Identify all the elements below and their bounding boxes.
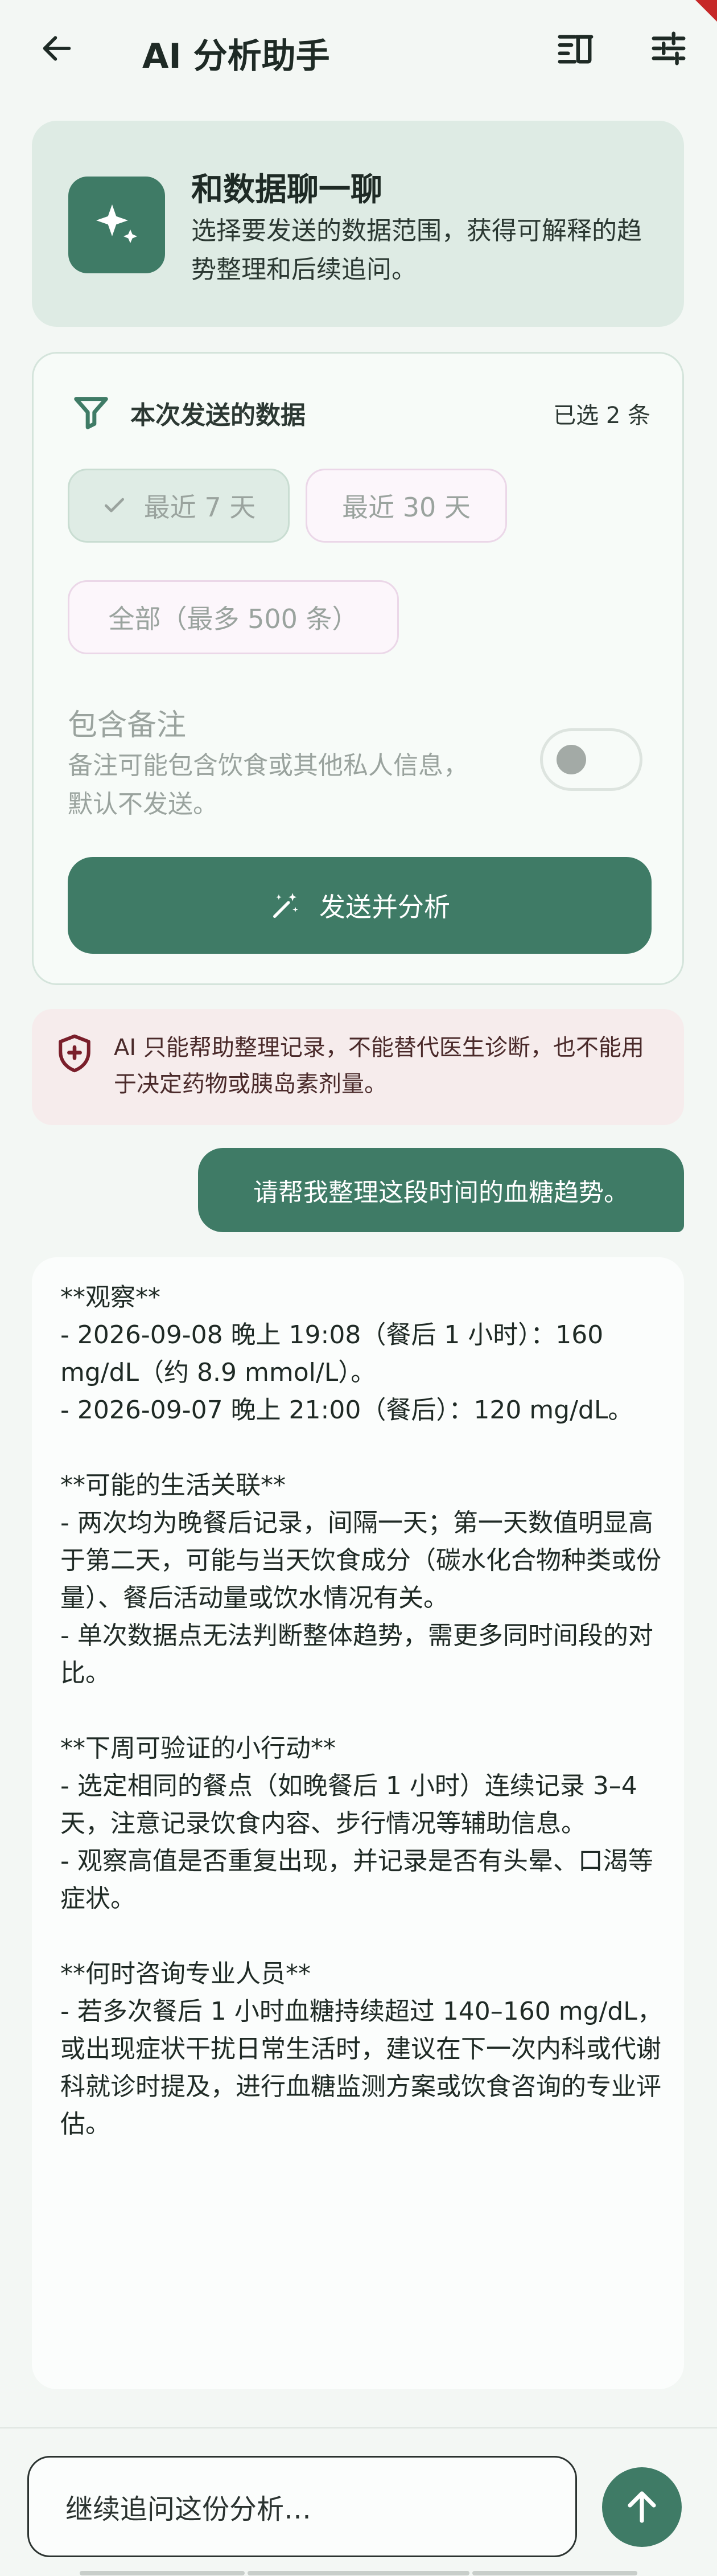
toggle-knob	[557, 745, 586, 774]
include-notes-description: 备注可能包含饮食或其他私人信息，默认不发送。	[68, 751, 468, 819]
chip-last-30-days[interactable]: 最近 30 天	[306, 469, 507, 543]
include-notes-toggle[interactable]	[540, 728, 642, 791]
section-title: 本次发送的数据	[130, 401, 306, 430]
top-app-bar: AI 分析助手	[0, 0, 717, 97]
hero-subtitle: 选择要发送的数据范围，获得可解释的趋势整理和后续追问。	[191, 216, 642, 284]
follow-up-input[interactable]: 继续追问这份分析…	[27, 2456, 577, 2557]
disclaimer-banner: AI 只能帮助整理记录，不能替代医生诊断，也不能用于决定药物或胰岛素剂量。	[32, 1009, 684, 1125]
ai-response-card: **观察** - 2026-09-08 晚上 19:08（餐后 1 小时）：16…	[32, 1257, 684, 2389]
clear-sort-icon	[558, 35, 594, 64]
shield-plus-icon	[59, 1034, 90, 1073]
hero-title: 和数据聊一聊	[191, 171, 382, 208]
user-message-bubble: 请帮我整理这段时间的血糖趋势。	[198, 1148, 684, 1232]
sparkles-icon	[96, 204, 137, 243]
chip-label: 最近 30 天	[342, 492, 471, 523]
intro-card: 和数据聊一聊 选择要发送的数据范围，获得可解释的趋势整理和后续追问。	[32, 121, 684, 327]
sliders-icon	[652, 31, 686, 65]
filter-icon	[74, 397, 108, 429]
nav-gesture-bar	[248, 2571, 469, 2575]
disclaimer-text: AI 只能帮助整理记录，不能替代医生诊断，也不能用于决定药物或胰岛素剂量。	[114, 1035, 644, 1097]
settings-button[interactable]	[640, 23, 697, 74]
magic-wand-icon	[269, 889, 302, 922]
follow-up-placeholder: 继续追问这份分析…	[65, 2493, 312, 2525]
ai-response-text: **观察** - 2026-09-08 晚上 19:08（餐后 1 小时）：16…	[60, 1283, 662, 2139]
arrow-up-icon	[628, 2491, 656, 2523]
hero-icon-tile	[68, 177, 165, 273]
send-message-button[interactable]	[602, 2467, 682, 2547]
send-button-label: 发送并分析	[319, 892, 450, 922]
data-selection-card: 本次发送的数据 已选 2 条 最近 7 天 最近 30 天 全部（最多 500 …	[32, 352, 684, 985]
back-button[interactable]	[28, 23, 85, 74]
chip-label: 全部（最多 500 条）	[108, 604, 358, 634]
send-and-analyze-button[interactable]: 发送并分析	[68, 857, 652, 954]
include-notes-label: 包含备注	[68, 708, 187, 743]
chip-last-7-days[interactable]: 最近 7 天	[68, 469, 290, 543]
chip-all[interactable]: 全部（最多 500 条）	[68, 580, 399, 654]
nav-gesture-bar	[472, 2571, 637, 2575]
clear-button[interactable]	[546, 23, 603, 74]
check-icon	[102, 493, 127, 518]
nav-gesture-bar	[80, 2571, 245, 2575]
arrow-left-icon	[43, 36, 71, 61]
user-message-text: 请帮我整理这段时间的血糖趋势。	[253, 1178, 629, 1207]
selected-count: 已选 2 条	[553, 403, 650, 429]
composer-bar: 继续追问这份分析…	[0, 2427, 717, 2576]
page-title: AI 分析助手	[142, 36, 330, 76]
chip-label: 最近 7 天	[143, 492, 256, 523]
